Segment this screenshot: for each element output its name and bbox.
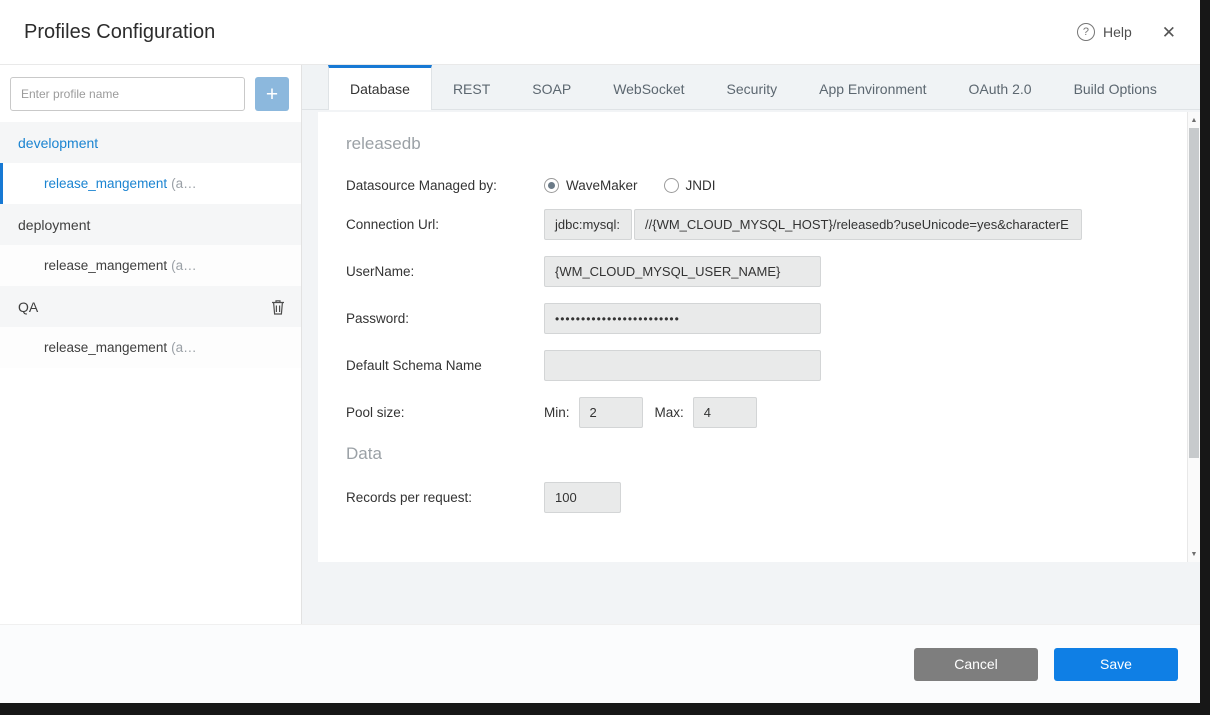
tab-oauth[interactable]: OAuth 2.0 [948,65,1053,109]
radio-wavemaker-label: WaveMaker [566,178,638,193]
tab-app-environment[interactable]: App Environment [798,65,947,109]
dialog-footer: Cancel Save [0,624,1200,703]
help-icon[interactable]: ? [1077,23,1095,41]
tab-bar: Database REST SOAP WebSocket Security Ap… [302,65,1200,110]
sidebar-item-release-mangement-qa[interactable]: release_mangement (a… [0,327,301,368]
datasource-managed-by-label: Datasource Managed by: [346,178,544,193]
profile-child-label: release_mangement [44,176,167,191]
help-link[interactable]: Help [1103,24,1132,40]
tab-content-area: releasedb Datasource Managed by: WaveMak… [302,110,1200,624]
profile-search-row: + [0,65,301,122]
profiles-sidebar: + development release_mangement (a… depl… [0,65,302,624]
records-per-request-input[interactable] [544,482,621,513]
profiles-configuration-dialog: Profiles Configuration ? Help ✕ + develo… [0,0,1200,703]
radio-wavemaker[interactable]: WaveMaker [544,178,638,193]
radio-jndi-label: JNDI [686,178,716,193]
radio-jndi[interactable]: JNDI [664,178,716,193]
tab-database[interactable]: Database [328,65,432,110]
profile-child-suffix: (a… [171,258,197,273]
profile-child-label: release_mangement [44,340,167,355]
records-per-request-label: Records per request: [346,490,544,505]
profile-name-input[interactable] [10,77,245,111]
sidebar-item-deployment[interactable]: deployment [0,204,301,245]
username-label: UserName: [346,264,544,279]
pool-size-label: Pool size: [346,405,544,420]
database-section-title: releasedb [346,134,1160,154]
radio-unselected-icon [664,178,679,193]
profile-list: development release_mangement (a… deploy… [0,122,301,624]
tab-rest[interactable]: REST [432,65,511,109]
scrollbar-thumb[interactable] [1189,128,1199,458]
password-row: Password: [346,303,1160,334]
pool-min-input[interactable] [579,397,643,428]
add-profile-button[interactable]: + [255,77,289,111]
default-schema-row: Default Schema Name [346,350,1160,381]
cancel-button[interactable]: Cancel [914,648,1038,681]
sidebar-item-development[interactable]: development [0,122,301,163]
vertical-scrollbar[interactable]: ▲ ▼ [1187,112,1200,562]
dialog-body: + development release_mangement (a… depl… [0,65,1200,624]
trash-icon[interactable] [271,299,285,315]
records-per-request-row: Records per request: [346,482,1160,513]
default-schema-input[interactable] [544,350,821,381]
pool-size-row: Pool size: Min: Max: [346,397,1160,428]
profile-group-label: deployment [18,217,90,233]
profile-group-label: development [18,135,98,151]
connection-protocol-prefix: jdbc:mysql: [544,209,632,240]
connection-url-row: Connection Url: jdbc:mysql: [346,209,1160,240]
pool-max-label: Max: [655,405,684,420]
dialog-header: Profiles Configuration ? Help ✕ [0,0,1200,65]
profile-child-label: release_mangement [44,258,167,273]
password-label: Password: [346,311,544,326]
scroll-down-icon[interactable]: ▼ [1188,547,1200,561]
connection-url-input[interactable] [634,209,1082,240]
tab-build-options[interactable]: Build Options [1053,65,1178,109]
pool-min-label: Min: [544,405,570,420]
sidebar-item-release-mangement-development[interactable]: release_mangement (a… [0,163,301,204]
scroll-up-icon[interactable]: ▲ [1188,113,1200,127]
screen-background: Profiles Configuration ? Help ✕ + develo… [0,0,1210,715]
header-actions: ? Help ✕ [1077,23,1176,41]
dialog-title: Profiles Configuration [24,21,215,44]
main-panel: Database REST SOAP WebSocket Security Ap… [302,65,1200,624]
save-button[interactable]: Save [1054,648,1178,681]
profile-group-label: QA [18,299,38,315]
default-schema-label: Default Schema Name [346,358,544,373]
tab-soap[interactable]: SOAP [511,65,592,109]
tab-websocket[interactable]: WebSocket [592,65,705,109]
data-section-title: Data [346,444,1160,464]
profile-child-suffix: (a… [171,176,197,191]
close-icon[interactable]: ✕ [1162,24,1176,41]
profile-child-suffix: (a… [171,340,197,355]
database-settings-panel: releasedb Datasource Managed by: WaveMak… [318,112,1200,562]
connection-url-label: Connection Url: [346,217,544,232]
sidebar-item-qa[interactable]: QA [0,286,301,327]
radio-selected-icon [544,178,559,193]
username-row: UserName: [346,256,1160,287]
tab-security[interactable]: Security [706,65,799,109]
username-input[interactable] [544,256,821,287]
pool-max-input[interactable] [693,397,757,428]
sidebar-item-release-mangement-deployment[interactable]: release_mangement (a… [0,245,301,286]
datasource-radio-group: WaveMaker JNDI [544,178,716,193]
password-input[interactable] [544,303,821,334]
datasource-row: Datasource Managed by: WaveMaker JNDI [346,178,1160,193]
